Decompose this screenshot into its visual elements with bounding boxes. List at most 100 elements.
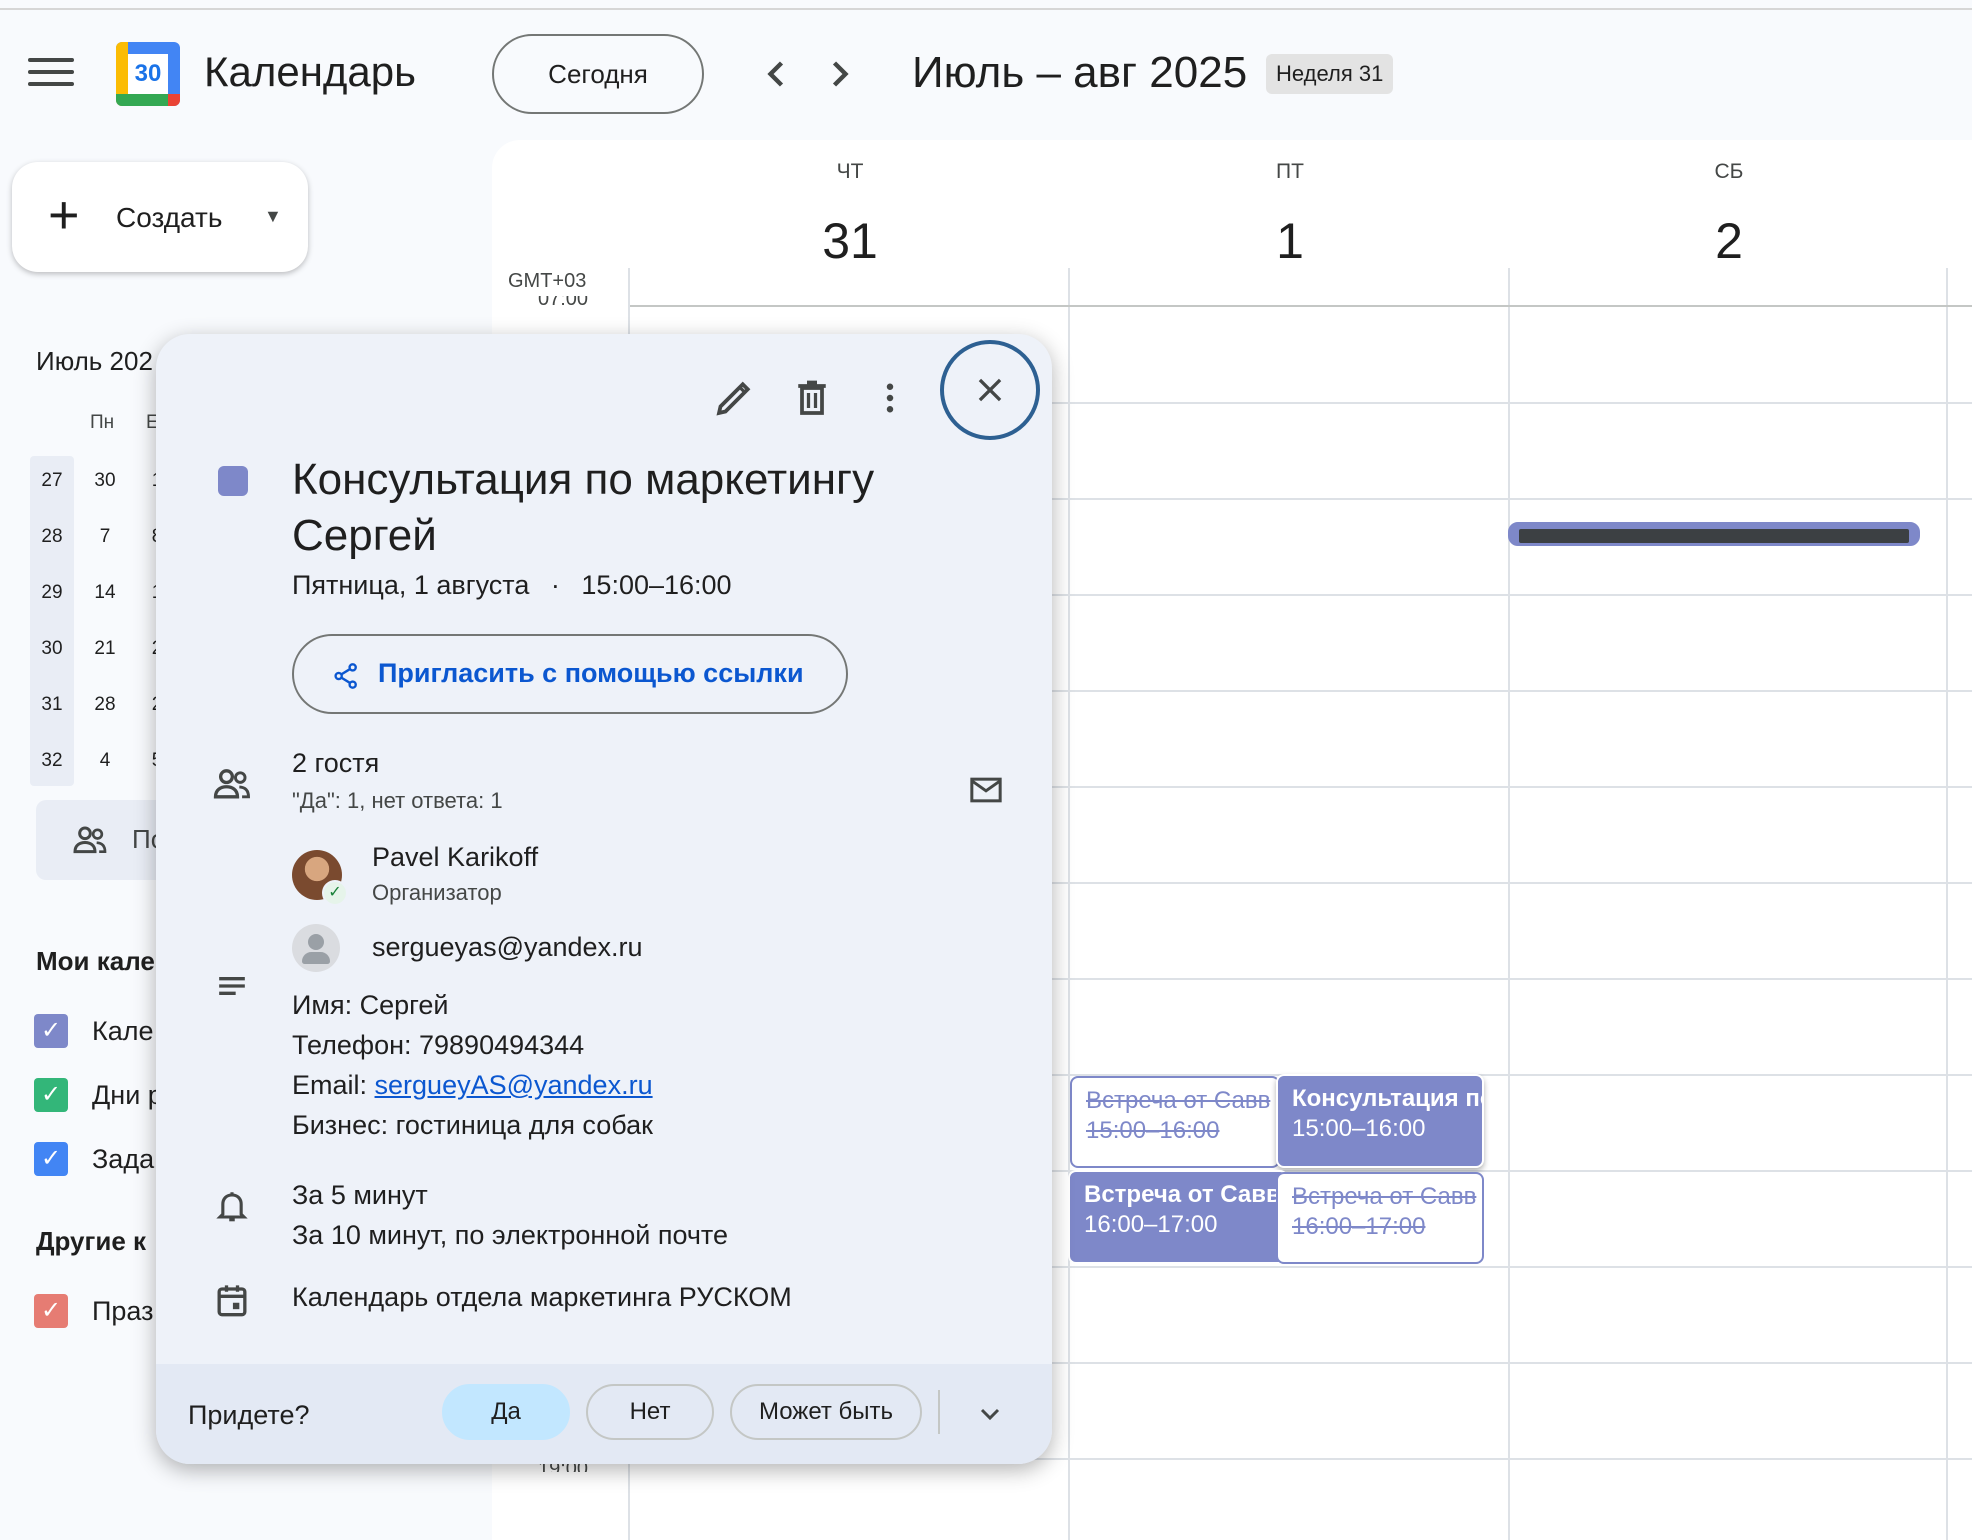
bell-icon <box>216 1192 248 1222</box>
event-date: Пятница, 1 августа <box>292 570 530 600</box>
checkbox-checked-icon[interactable]: ✓ <box>34 1142 68 1176</box>
grid-divider <box>1508 268 1510 1540</box>
pencil-icon <box>716 381 751 416</box>
event-time: 15:00–16:00 <box>1292 1115 1426 1142</box>
rsvp-no-button[interactable]: Нет <box>586 1384 714 1440</box>
guest-role: Организатор <box>372 880 502 905</box>
mini-calendar-day[interactable]: 21 <box>88 638 122 660</box>
more-options-button[interactable] <box>860 368 920 428</box>
rsvp-yes-button[interactable]: Да <box>442 1384 570 1440</box>
organizer-avatar[interactable]: ✓ <box>292 850 348 906</box>
event-time: 15:00–16:00 <box>1086 1117 1220 1144</box>
invite-via-link-label: Пригласить с помощью ссылки <box>378 658 804 688</box>
separator-dot: · <box>550 570 560 600</box>
my-calendars-title[interactable]: Мои кале <box>36 946 155 977</box>
mini-calendar-day[interactable]: 4 <box>88 750 122 772</box>
event-time-range: 15:00–16:00 <box>581 570 732 600</box>
week-number-badge: Неделя 31 <box>1266 54 1394 94</box>
redacted-event[interactable] <box>1508 522 1920 546</box>
week-number[interactable]: 28 <box>30 526 74 548</box>
event-datetime: Пятница, 1 августа · 15:00–16:00 <box>292 570 732 601</box>
event-title: Консультация по <box>1292 1085 1484 1112</box>
guest-name: Pavel Karikoff <box>372 842 539 872</box>
other-calendars-title[interactable]: Другие к <box>36 1226 146 1257</box>
week-number[interactable]: 29 <box>30 582 74 604</box>
calendar-event[interactable]: Встреча от Савв 16:00–17:00 <box>1068 1170 1288 1264</box>
invite-via-link-button[interactable]: Пригласить с помощью ссылки <box>292 634 848 714</box>
rsvp-maybe-button[interactable]: Может быть <box>730 1384 922 1440</box>
mini-calendar-day[interactable]: 28 <box>88 694 122 716</box>
grid-divider <box>1068 268 1070 1540</box>
calendar-name: Календарь отдела маркетинга РУСКОМ <box>292 1282 792 1312</box>
previous-period-button[interactable] <box>754 52 798 96</box>
create-button[interactable]: + Создать ▼ <box>12 162 308 272</box>
calendar-item-label: Праз <box>92 1296 154 1326</box>
guest-avatar[interactable] <box>292 924 340 972</box>
more-vert-icon <box>886 383 894 413</box>
event-time: 16:00–17:00 <box>1084 1211 1218 1238</box>
event-color-swatch <box>218 466 248 496</box>
delete-event-button[interactable] <box>782 368 842 428</box>
description-phone: Телефон: 79890494344 <box>292 1030 585 1060</box>
rsvp-options-button[interactable] <box>974 1398 1006 1430</box>
calendar-event-selected[interactable]: Консультация по 15:00–16:00 <box>1276 1074 1484 1168</box>
calendar-event[interactable]: Встреча от Савв 15:00–16:00 <box>1070 1076 1280 1168</box>
calendar-item-label: Дни р <box>92 1080 163 1110</box>
week-number[interactable]: 27 <box>30 470 74 492</box>
timezone-label: GMT+03 <box>508 270 587 292</box>
today-button[interactable]: Сегодня <box>492 34 704 114</box>
close-popup-button[interactable] <box>968 368 1012 412</box>
caret-down-icon[interactable]: ▼ <box>264 206 282 227</box>
email-prefix: Email: <box>292 1070 375 1100</box>
calendar-logo-icon[interactable]: 30 <box>116 42 180 106</box>
calendar-icon <box>217 1285 247 1317</box>
week-number-column <box>30 456 74 786</box>
checkbox-checked-icon[interactable]: ✓ <box>34 1078 68 1112</box>
mini-calendar-day[interactable]: 14 <box>88 582 122 604</box>
description-icon <box>219 977 245 995</box>
checkbox-checked-icon[interactable]: ✓ <box>34 1014 68 1048</box>
day-of-week-label: СБ <box>1714 160 1744 183</box>
menu-icon-bar <box>28 70 74 74</box>
create-label: Создать <box>116 202 223 233</box>
next-period-button[interactable] <box>818 52 862 96</box>
grid-divider <box>1946 268 1948 1540</box>
footer-divider <box>938 1390 940 1434</box>
close-icon <box>978 378 1002 402</box>
main-menu-button[interactable] <box>28 58 74 88</box>
week-number[interactable]: 31 <box>30 694 74 716</box>
mini-calendar-day[interactable]: 30 <box>88 470 122 492</box>
checkbox-checked-icon[interactable]: ✓ <box>34 1294 68 1328</box>
chevron-down-icon <box>980 1408 1000 1421</box>
event-title: Консультация по маркетингу Сергей <box>292 455 875 560</box>
event-title: Встреча от Савв <box>1084 1181 1281 1208</box>
calendar-item-label: Кале <box>92 1016 154 1046</box>
email-guests-button[interactable] <box>966 770 1006 810</box>
week-number[interactable]: 32 <box>30 750 74 772</box>
day-number-button[interactable]: 31 <box>800 212 900 270</box>
accepted-badge: ✓ <box>322 880 348 906</box>
day-number-button[interactable]: 1 <box>1240 212 1340 270</box>
check-icon: ✓ <box>324 882 346 904</box>
guests-count: 2 гостя <box>292 748 380 778</box>
mail-icon <box>970 777 1002 803</box>
email-link[interactable]: sergueyAS@yandex.ru <box>375 1070 653 1100</box>
menu-icon-bar <box>28 58 74 62</box>
menu-icon-bar <box>28 82 74 86</box>
app-title: Календарь <box>204 48 416 95</box>
calendar-item-label: Зада <box>92 1144 155 1174</box>
chevron-left-icon <box>767 61 784 87</box>
week-number[interactable]: 30 <box>30 638 74 660</box>
description-name: Имя: Сергей <box>292 990 449 1020</box>
edit-event-button[interactable] <box>704 368 764 428</box>
guests-icon <box>213 769 250 799</box>
calendar-event[interactable]: Встреча от Савв 16:00–17:00 <box>1276 1172 1484 1264</box>
mini-calendar-day[interactable]: 7 <box>88 526 122 548</box>
trash-icon <box>798 380 826 415</box>
day-number-button[interactable]: 2 <box>1679 212 1779 270</box>
top-divider <box>0 8 1972 10</box>
header-divider <box>630 305 1972 307</box>
plus-icon: + <box>48 185 80 245</box>
event-time: 16:00–17:00 <box>1292 1213 1426 1240</box>
reminder: За 5 минут <box>292 1180 428 1210</box>
